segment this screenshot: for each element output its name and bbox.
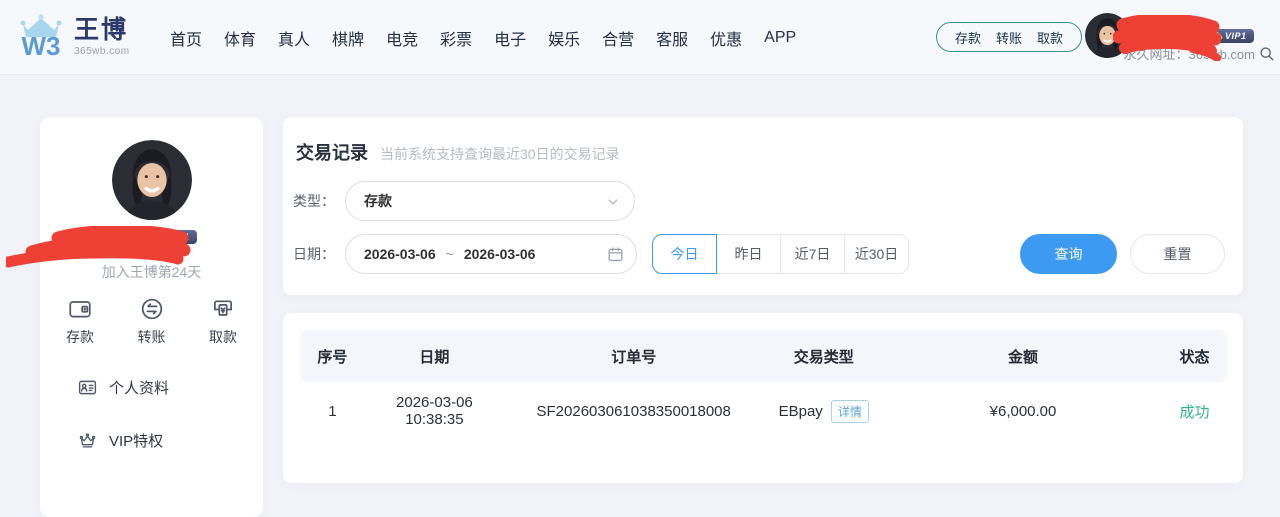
sidebar-item-vip[interactable]: VIP特权 [40,430,263,451]
profile-avatar[interactable] [112,140,192,220]
table-header-row: 序号 日期 订单号 交易类型 金额 状态 [300,330,1227,382]
search-icon[interactable] [1258,45,1275,62]
sidebar-deposit-button[interactable]: 存款 [66,296,94,347]
range-today-button[interactable]: 今日 [652,234,717,274]
nav-item-promo[interactable]: 优惠 [710,26,742,50]
date-end: 2026-03-06 [464,246,536,262]
nav-item-service[interactable]: 客服 [656,26,688,50]
sidebar-transfer-button[interactable]: 转账 [138,296,166,347]
nav-item-lottery[interactable]: 彩票 [440,26,472,50]
nav-item-esports[interactable]: 电竞 [386,26,418,50]
nav-item-app[interactable]: APP [764,29,796,47]
date-separator: ~ [446,246,454,262]
calendar-icon [606,245,625,264]
nav-item-sports[interactable]: 体育 [224,26,256,50]
range-yesterday-button[interactable]: 昨日 [716,234,781,274]
nav-item-home[interactable]: 首页 [170,26,202,50]
status-badge: 成功 [1162,401,1227,422]
page-subtitle: 当前系统支持查询最近30日的交易记录 [380,144,620,164]
nav-item-affiliate[interactable]: 合营 [602,26,634,50]
id-card-icon [77,377,98,398]
site-logo[interactable]: W3 王博 365wb.com [14,10,130,62]
redaction-scribble [1113,15,1221,61]
detail-link[interactable]: 详情 [831,400,869,423]
table-row: 1 2026-03-06 10:38:35 SF2026030610383500… [300,382,1227,440]
reset-button[interactable]: 重置 [1130,234,1225,274]
cell-amount: ¥6,000.00 [884,403,1162,420]
range-30days-button[interactable]: 近30日 [844,234,909,274]
quick-actions: 存款 转账 取款 [40,296,263,347]
withdraw-icon [210,296,236,322]
deposit-link[interactable]: 存款 [955,28,981,47]
nav-item-live[interactable]: 真人 [278,26,310,50]
sidebar-withdraw-button[interactable]: 取款 [209,296,237,347]
chevron-down-icon [604,193,622,211]
cell-type: EBpay 详情 [763,400,884,423]
brand-crown-icon: W3 [14,10,68,62]
transfer-icon [139,296,165,322]
type-filter-label: 类型： [293,191,345,211]
withdraw-link[interactable]: 取款 [1037,28,1063,47]
nav-item-cards[interactable]: 棋牌 [332,26,364,50]
quick-range-group: 今日 昨日 近7日 近30日 [652,234,909,274]
crown-icon [77,430,98,451]
transaction-table-panel: 序号 日期 订单号 交易类型 金额 状态 1 2026-03-06 10:38:… [283,313,1243,483]
top-header: W3 王博 365wb.com 首页 体育 真人 棋牌 电竞 彩票 电子 娱乐 … [0,0,1280,75]
range-7days-button[interactable]: 近7日 [780,234,845,274]
redaction-scribble [6,226,198,272]
wallet-actions-pill: 存款 转账 取款 [936,22,1082,52]
date-range-input[interactable]: 2026-03-06 ~ 2026-03-06 [345,234,637,274]
transaction-filter-panel: 交易记录 当前系统支持查询最近30日的交易记录 类型： 存款 日期： 2026-… [283,117,1243,295]
cell-order-no: SF202603061038350018008 [504,403,764,420]
search-button[interactable]: 查询 [1020,234,1117,274]
cell-date: 2026-03-06 10:38:35 [365,394,504,428]
wallet-icon [67,296,93,322]
page-title: 交易记录 [296,139,368,165]
cell-index: 1 [300,403,365,420]
brand-domain: 365wb.com [74,46,130,57]
sidebar-item-profile[interactable]: 个人资料 [40,377,263,398]
date-filter-label: 日期： [293,244,345,264]
transfer-link[interactable]: 转账 [996,28,1022,47]
nav-item-slots[interactable]: 电子 [494,26,526,50]
main-nav: 首页 体育 真人 棋牌 电竞 彩票 电子 娱乐 合营 客服 优惠 APP [170,0,796,75]
date-start: 2026-03-06 [364,246,436,262]
profile-sidebar: VIP1 加入王博第24天 存款 转账 [40,117,263,517]
svg-text:W3: W3 [22,31,61,61]
type-select[interactable]: 存款 [345,181,635,221]
nav-item-entertainment[interactable]: 娱乐 [548,26,580,50]
brand-name: 王博 [74,16,130,44]
